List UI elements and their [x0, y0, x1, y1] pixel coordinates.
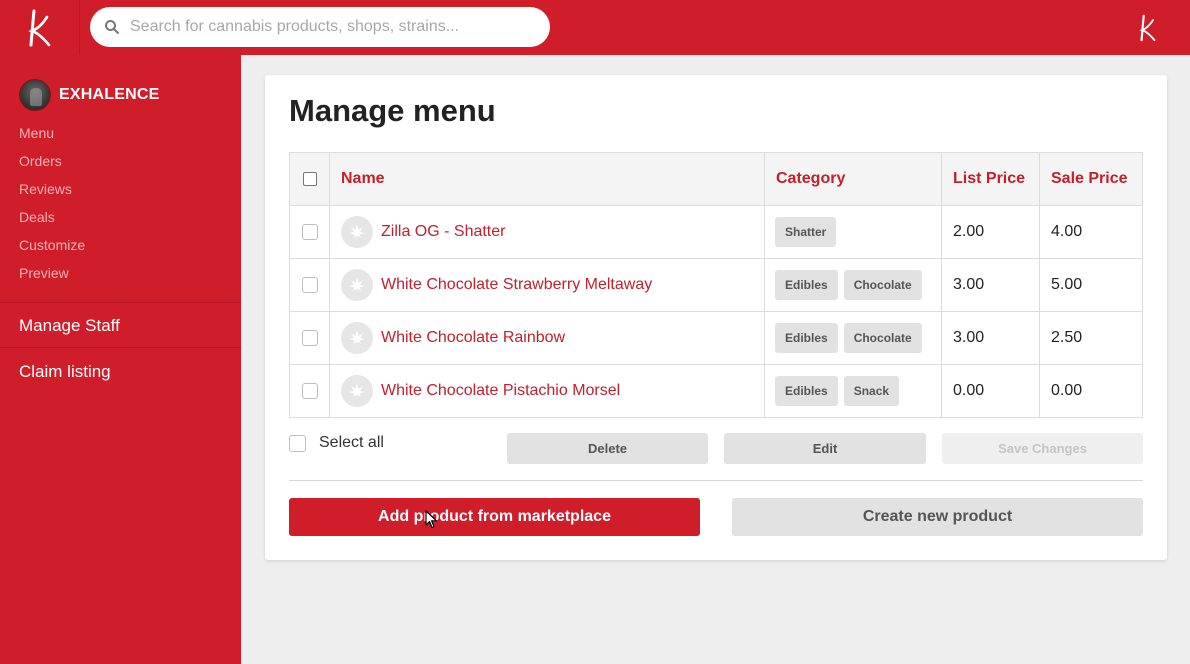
product-link[interactable]: White Chocolate Rainbow — [381, 329, 565, 347]
page-title: Manage menu — [289, 93, 496, 128]
top-bar — [0, 0, 1190, 55]
sidebar-item-claim-listing[interactable]: Claim listing — [19, 362, 111, 382]
category-tag[interactable]: Chocolate — [843, 323, 922, 353]
product-name-cell: White Chocolate Pistachio Morsel — [329, 364, 765, 418]
category-cell: Edibles Chocolate — [764, 258, 942, 312]
sidebar-item-manage-staff[interactable]: Manage Staff — [19, 316, 120, 336]
product-name-cell: Zilla OG - Shatter — [329, 205, 765, 259]
list-price-cell[interactable]: 3.00 — [941, 258, 1040, 312]
product-name-cell: White Chocolate Strawberry Meltaway — [329, 258, 765, 312]
product-name-cell: White Chocolate Rainbow — [329, 311, 765, 365]
product-link[interactable]: White Chocolate Pistachio Morsel — [381, 382, 620, 400]
row-checkbox-cell — [289, 311, 330, 365]
sidebar-divider — [0, 347, 241, 348]
sidebar-item-deals[interactable]: Deals — [19, 207, 85, 235]
product-link[interactable]: Zilla OG - Shatter — [381, 223, 505, 241]
list-price-cell[interactable]: 0.00 — [941, 364, 1040, 418]
sidebar-item-menu[interactable]: Menu — [19, 123, 85, 151]
shop-name: EXHALENCE — [59, 86, 160, 103]
sale-price-cell[interactable]: 4.00 — [1039, 205, 1143, 259]
category-tag[interactable]: Snack — [843, 376, 900, 406]
column-header-list-price[interactable]: List Price — [941, 152, 1040, 206]
sale-price-cell[interactable]: 2.50 — [1039, 311, 1143, 365]
category-cell: Shatter — [764, 205, 942, 259]
sidebar-item-reviews[interactable]: Reviews — [19, 179, 85, 207]
select-all[interactable]: Select all — [289, 434, 384, 452]
sale-price-cell[interactable]: 5.00 — [1039, 258, 1143, 312]
product-link[interactable]: White Chocolate Strawberry Meltaway — [381, 276, 652, 294]
list-price-cell[interactable]: 3.00 — [941, 311, 1040, 365]
category-cell: Edibles Snack — [764, 364, 942, 418]
cannabis-leaf-icon — [341, 269, 373, 301]
sidebar-item-orders[interactable]: Orders — [19, 151, 85, 179]
logo-k-icon — [1139, 14, 1156, 42]
sidebar-item-customize[interactable]: Customize — [19, 235, 85, 263]
row-checkbox-cell — [289, 205, 330, 259]
table-row: White Chocolate Strawberry Meltaway Edib… — [289, 258, 1143, 312]
row-checkbox[interactable] — [301, 329, 318, 346]
row-checkbox[interactable] — [301, 382, 318, 399]
table-row: White Chocolate Rainbow Edibles Chocolate… — [289, 311, 1143, 365]
search-bar[interactable] — [90, 7, 550, 47]
row-checkbox-cell — [289, 258, 330, 312]
sidebar: EXHALENCE Menu Orders Reviews Deals Cust… — [0, 55, 241, 664]
table-row: White Chocolate Pistachio Morsel Edibles… — [289, 364, 1143, 418]
category-tag[interactable]: Chocolate — [843, 270, 922, 300]
category-tag[interactable]: Edibles — [775, 376, 838, 406]
logo-k-icon — [27, 9, 50, 46]
cannabis-leaf-icon — [341, 216, 373, 248]
shop-header[interactable]: EXHALENCE — [19, 79, 159, 111]
menu-table: Name Category List Price Sale Price Zill… — [289, 152, 1143, 418]
category-tag[interactable]: Shatter — [775, 217, 837, 247]
row-checkbox-cell — [289, 364, 330, 418]
column-header-sale-price[interactable]: Sale Price — [1039, 152, 1143, 206]
row-checkbox[interactable] — [301, 223, 318, 240]
table-header-row: Name Category List Price Sale Price — [289, 152, 1143, 206]
add-product-from-marketplace-button[interactable]: Add product from marketplace — [289, 498, 700, 536]
edit-button[interactable]: Edit — [724, 433, 926, 464]
search-icon — [104, 19, 120, 35]
row-checkbox[interactable] — [301, 276, 318, 293]
list-price-cell[interactable]: 2.00 — [941, 205, 1040, 259]
category-tag[interactable]: Edibles — [775, 323, 838, 353]
cannabis-leaf-icon — [341, 375, 373, 407]
header-checkbox-cell — [289, 152, 330, 206]
select-all-label: Select all — [319, 434, 384, 451]
category-cell: Edibles Chocolate — [764, 311, 942, 365]
mouse-pointer-icon — [425, 510, 438, 529]
sidebar-nav: Menu Orders Reviews Deals Customize Prev… — [19, 123, 85, 291]
avatar — [19, 79, 51, 111]
sale-price-cell[interactable]: 0.00 — [1039, 364, 1143, 418]
column-header-category[interactable]: Category — [764, 152, 942, 206]
table-row: Zilla OG - Shatter Shatter 2.00 4.00 — [289, 205, 1143, 259]
create-new-product-button[interactable]: Create new product — [732, 498, 1143, 536]
select-all-checkbox[interactable] — [289, 434, 306, 452]
category-tag[interactable]: Edibles — [775, 270, 838, 300]
manage-menu-card: Manage menu Name Category List Price Sal… — [265, 75, 1167, 560]
save-changes-button[interactable]: Save Changes — [942, 433, 1143, 464]
search-input[interactable] — [130, 18, 530, 36]
select-all-header-checkbox[interactable] — [302, 171, 317, 186]
logo-right[interactable] — [1128, 8, 1168, 48]
divider — [289, 480, 1143, 481]
sidebar-item-preview[interactable]: Preview — [19, 263, 85, 291]
delete-button[interactable]: Delete — [507, 433, 708, 464]
cannabis-leaf-icon — [341, 322, 373, 354]
sidebar-divider — [0, 302, 241, 303]
logo[interactable] — [0, 0, 80, 55]
column-header-name[interactable]: Name — [329, 152, 765, 206]
